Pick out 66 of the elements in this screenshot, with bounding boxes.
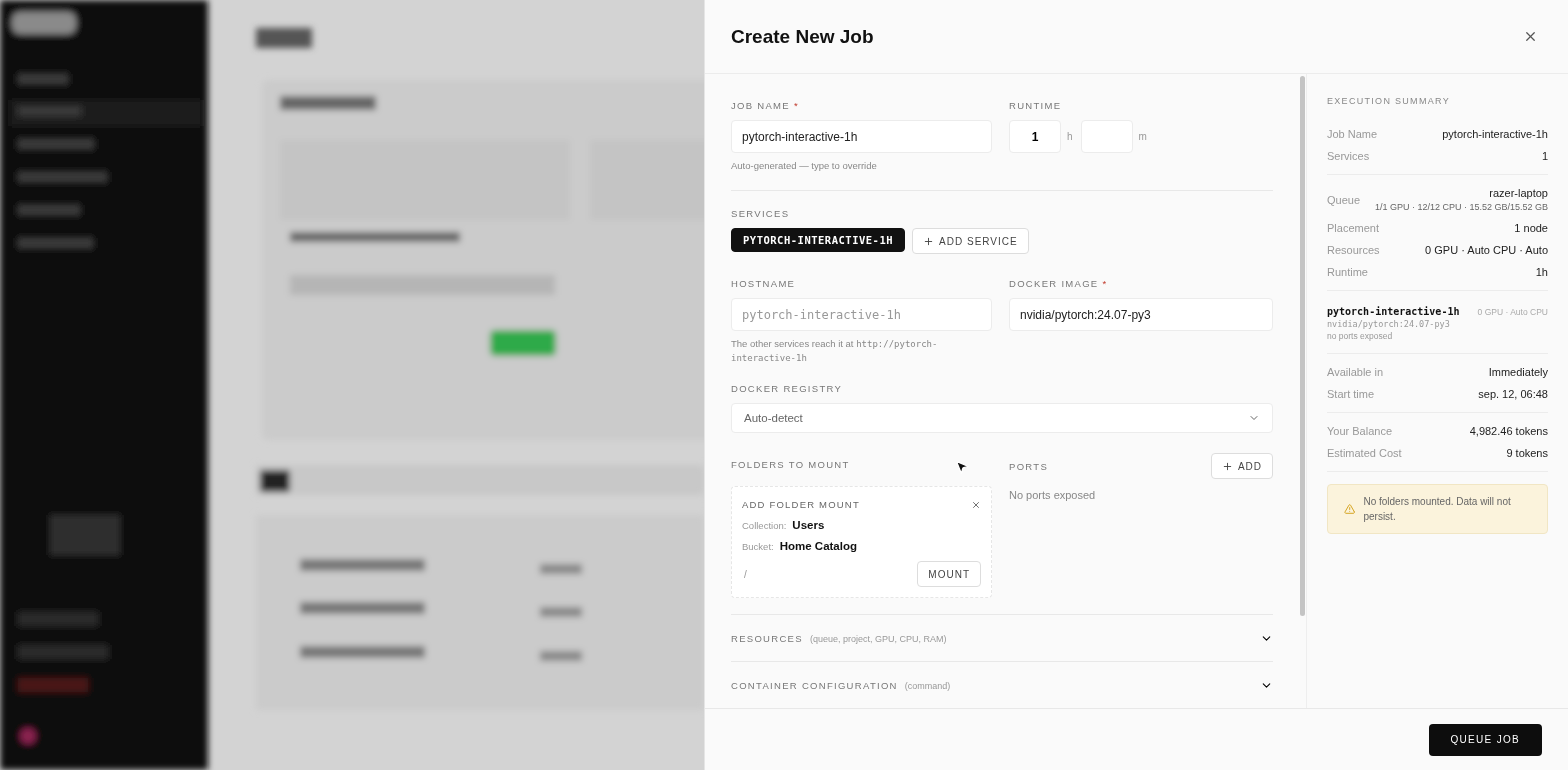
collection-value: Users [792, 519, 825, 531]
summary-value: 4,982.46 tokens [1469, 425, 1548, 437]
summary-value: pytorch-interactive-1h [1442, 128, 1548, 140]
summary-label: Your Balance [1327, 425, 1393, 437]
plus-icon [1221, 460, 1233, 472]
summary-label: Queue [1327, 193, 1361, 206]
required-mark: * [1102, 278, 1108, 289]
summary-value: 1h [1535, 266, 1548, 278]
drawer-title: Create New Job [731, 25, 874, 48]
summary-label: Job Name [1327, 128, 1378, 140]
summary-label: Runtime [1327, 266, 1368, 278]
field-label: FOLDERS TO MOUNT [731, 459, 850, 470]
unit-label: m [1138, 131, 1147, 142]
summary-value: Immediately [1488, 366, 1548, 378]
summary-label: Start time [1327, 388, 1375, 400]
hours-field[interactable]: 1 [1009, 120, 1061, 153]
field-label: DOCKER REGISTRY [731, 383, 843, 394]
warning-icon [1344, 503, 1356, 515]
bucket-label: Bucket: [742, 541, 774, 552]
summary-label: Available in [1327, 366, 1384, 378]
close-icon[interactable] [971, 499, 981, 510]
field-label: JOB NAME [731, 100, 790, 111]
summary-label: Services [1327, 150, 1370, 162]
service-ports: no ports exposed [1327, 331, 1394, 341]
summary-title: EXECUTION SUMMARY [1327, 96, 1451, 106]
docker-image-field[interactable]: nvidia/pytorch:24.07-py3 [1009, 298, 1273, 331]
service-tab[interactable]: PYTORCH-INTERACTIVE-1H [731, 228, 906, 252]
path-text: / [743, 568, 747, 580]
summary-value: razer-laptop [1489, 187, 1548, 199]
service-name: pytorch-interactive-1h [1327, 306, 1460, 317]
warning-text: No folders mounted. Data will not persist. [1363, 495, 1512, 524]
plus-icon [923, 235, 935, 247]
field-label: HOSTNAME [731, 278, 796, 289]
summary-value: 1 node [1514, 222, 1548, 234]
mount-button[interactable]: MOUNT [917, 561, 981, 587]
field-hint: The other services reach it at http://pytorch-interactive-1h [731, 337, 939, 365]
job-name-field[interactable]: pytorch-interactive-1h [731, 120, 992, 153]
section-header[interactable]: RESOURCES (queue, project, GPU, CPU, RAM) [731, 614, 1273, 661]
hostname-field[interactable]: pytorch-interactive-1h [731, 298, 992, 331]
service-image: nvidia/pytorch:24.07-py3 [1327, 319, 1451, 329]
required-mark: * [793, 100, 799, 111]
card-title: ADD FOLDER MOUNT [742, 499, 860, 510]
summary-value: 0 GPU · Auto CPU · Auto [1425, 244, 1548, 256]
summary-detail: 1/1 GPU · 12/12 CPU · 15.52 GB/15.52 GB [1374, 202, 1548, 212]
field-label: PORTS [1009, 460, 1049, 472]
service-resources: 0 GPU · Auto CPU [1477, 306, 1548, 317]
scrollbar-thumb[interactable] [1300, 76, 1305, 616]
field-label: SERVICES [731, 208, 790, 219]
field-label: RUNTIME [1009, 100, 1062, 111]
registry-select[interactable]: Auto-detect [731, 403, 1273, 433]
summary-label: Estimated Cost [1327, 447, 1402, 459]
add-service-button[interactable]: ADD SERVICE [912, 228, 1029, 254]
summary-value: sep. 12, 06:48 [1478, 388, 1548, 400]
field-hint: Auto-generated — type to override [731, 159, 878, 173]
empty-message: No ports exposed [1009, 489, 1097, 501]
summary-label: Resources [1327, 244, 1380, 256]
summary-value: 9 tokens [1506, 447, 1548, 459]
collection-label: Collection: [742, 520, 787, 531]
unit-label: h [1067, 131, 1073, 142]
summary-label: Placement [1327, 222, 1379, 234]
close-icon[interactable] [1523, 29, 1538, 44]
queue-job-button[interactable]: QUEUE JOB [1428, 723, 1542, 756]
field-label: DOCKER IMAGE [1009, 278, 1099, 289]
summary-value: 1 [1541, 150, 1548, 162]
add-port-button[interactable]: ADD [1210, 453, 1273, 479]
bucket-value: Home Catalog [779, 540, 857, 552]
